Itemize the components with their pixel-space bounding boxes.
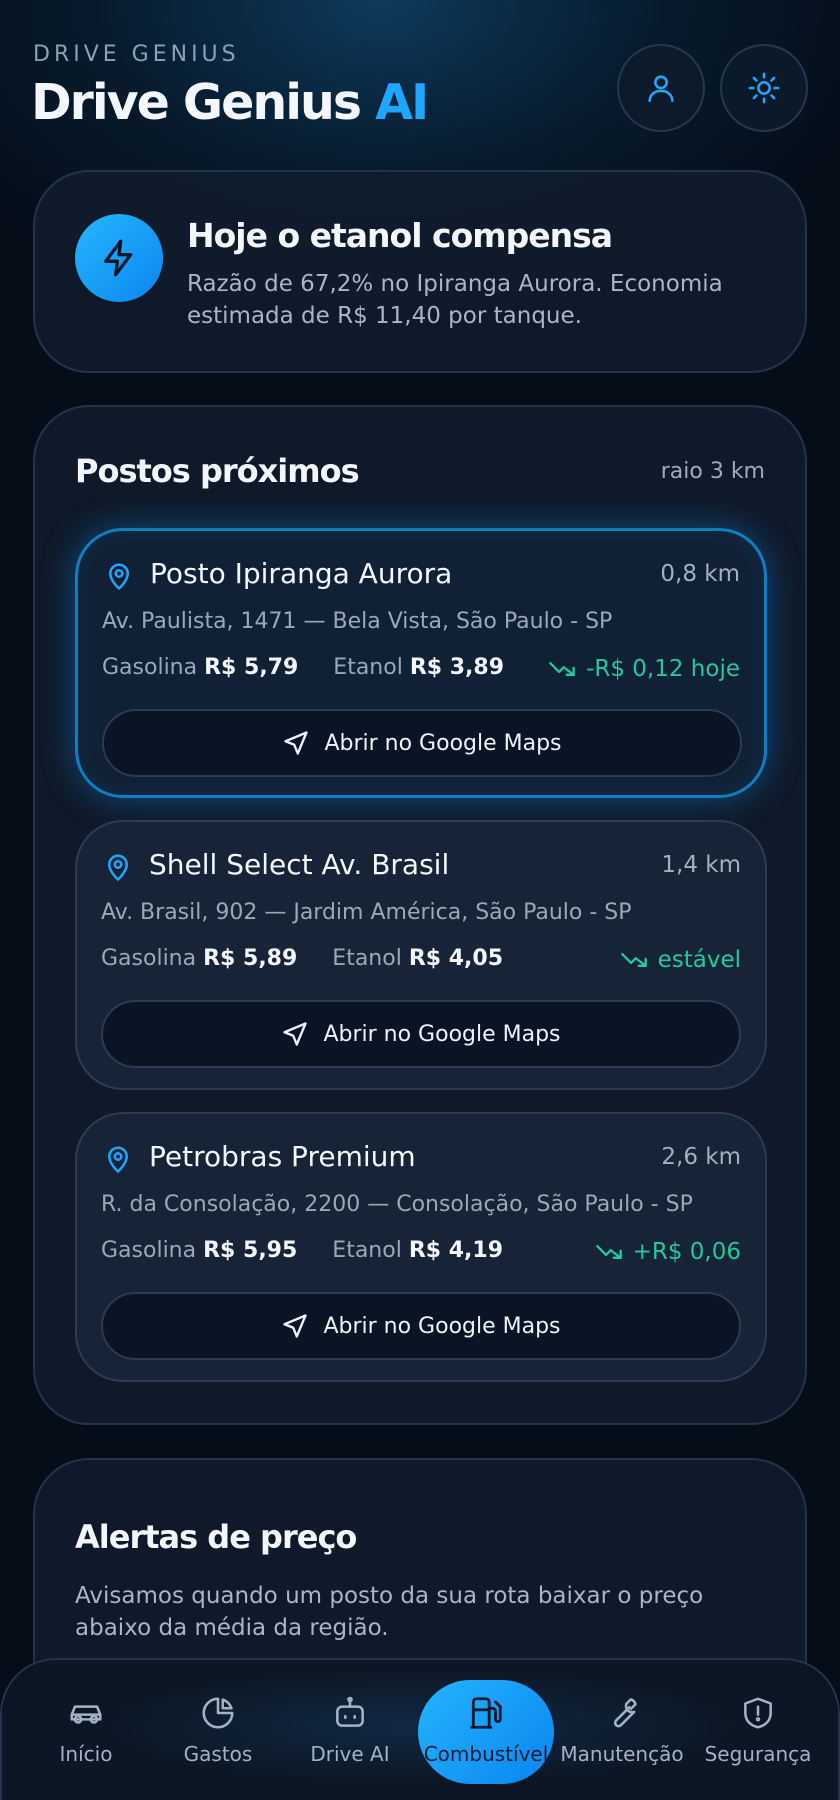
location-pin-icon [107,1146,129,1174]
navigation-arrow-icon [283,1314,308,1338]
gas-price: R$ 5,95 [203,1238,298,1263]
ethanol-label: Etanol [332,1238,402,1263]
nav-item-manutencao[interactable]: Manutenção [554,1680,690,1784]
gas-price: R$ 5,89 [203,946,298,971]
ethanol-price: R$ 4,19 [408,1238,504,1263]
insight-description: Razão de 67,2% no Ipiranga Aurora. Econo… [187,271,723,329]
open-google-maps-button[interactable]: Abrir no Google Maps [102,709,742,777]
trending-down-icon [549,662,575,676]
open-google-maps-button[interactable]: Abrir no Google Maps [101,1292,741,1360]
location-pin-icon [107,854,129,882]
price-trend-text: -R$ 0,12 hoje [586,656,740,682]
open-google-maps-label: Abrir no Google Maps [324,730,562,756]
nav-label: Manutenção [560,1742,684,1766]
price-trend-text: estável [657,947,741,973]
app-title-accent: AI [375,74,429,131]
station-card[interactable]: Petrobras Premium 2,6 km R. da Consolaçã… [75,1112,767,1382]
trending-down-icon [620,953,647,967]
theme-toggle-button[interactable] [720,44,808,132]
ethanol-label: Etanol [333,655,403,680]
price-trend-text: +R$ 0,06 [632,1239,741,1265]
gas-label: Gasolina [101,946,197,971]
gas-label: Gasolina [102,655,198,680]
station-address: Av. Paulista, 1471 — Bela Vista, São Pau… [102,609,613,634]
stations-title: Postos próximos [75,452,360,490]
nav-item-combustivel[interactable]: Combustível [418,1680,554,1784]
gas-label: Gasolina [101,1238,197,1263]
gas-price: R$ 5,79 [204,655,299,680]
location-pin-icon [108,563,130,591]
insight-title: Hoje o etanol compensa [187,216,613,255]
station-distance: 0,8 km [660,561,740,587]
nav-label: Gastos [183,1742,253,1766]
pie-chart-icon [202,1697,234,1729]
ethanol-label: Etanol [332,946,402,971]
open-google-maps-label: Abrir no Google Maps [323,1021,561,1047]
station-prices: Gasolina R$ 5,95 Etanol R$ 4,19 [101,1238,503,1263]
app-title-main: Drive Genius [31,74,362,131]
nav-item-seguranca[interactable]: Segurança [690,1680,826,1784]
nav-item-drive-ai[interactable]: Drive AI [282,1680,418,1784]
alerts-description: Avisamos quando um posto da sua rota bai… [75,1583,704,1641]
fuel-screen: DRIVE GENIUS Drive Genius AI Hoje o etan… [0,0,840,1800]
user-icon [648,75,674,103]
shield-icon [744,1697,772,1729]
profile-button[interactable] [617,44,705,132]
wrench-icon [613,1698,637,1728]
station-address: R. da Consolação, 2200 — Consolação, São… [101,1192,693,1217]
car-icon [70,1705,102,1724]
app-title: Drive Genius AI [31,74,429,131]
nav-item-inicio[interactable]: Início [18,1680,154,1784]
station-address: Av. Brasil, 902 — Jardim América, São Pa… [101,900,632,925]
nav-label: Combustível [423,1742,549,1766]
navigation-arrow-icon [284,731,309,755]
bottom-navigation: Início Gastos Drive AI Combustível Manut… [0,1658,840,1800]
station-name: Petrobras Premium [149,1140,416,1173]
nav-label: Início [59,1742,113,1766]
brand-eyebrow: DRIVE GENIUS [33,42,240,67]
lightning-icon [104,239,133,277]
fuel-pump-icon [470,1697,502,1729]
open-google-maps-button[interactable]: Abrir no Google Maps [101,1000,741,1068]
alerts-title: Alertas de preço [75,1518,357,1556]
station-distance: 1,4 km [661,852,741,878]
price-trend: estável [620,946,741,974]
sun-icon [748,72,780,104]
insight-icon-badge [75,214,163,302]
nav-item-gastos[interactable]: Gastos [150,1680,286,1784]
trending-down-icon [595,1245,622,1259]
price-trend: +R$ 0,06 [595,1238,741,1266]
station-prices: Gasolina R$ 5,89 Etanol R$ 4,05 [101,946,503,971]
station-prices: Gasolina R$ 5,79 Etanol R$ 3,89 [102,655,504,680]
station-distance: 2,6 km [661,1144,741,1170]
nav-label: Segurança [704,1742,812,1766]
insight-card: Hoje o etanol compensa Razão de 67,2% no… [33,170,807,373]
stations-radius: raio 3 km [660,459,765,484]
station-card[interactable]: Shell Select Av. Brasil 1,4 km Av. Brasi… [75,820,767,1090]
nearby-stations-card: Postos próximos raio 3 km Posto Ipiranga… [33,405,807,1425]
ethanol-price: R$ 3,89 [409,655,505,680]
robot-icon [336,1696,364,1727]
price-trend: -R$ 0,12 hoje [548,655,740,683]
station-card[interactable]: Posto Ipiranga Aurora 0,8 km Av. Paulist… [75,528,767,798]
open-google-maps-label: Abrir no Google Maps [323,1313,561,1339]
nav-label: Drive AI [310,1742,390,1766]
navigation-arrow-icon [283,1022,308,1046]
ethanol-price: R$ 4,05 [408,946,504,971]
station-name: Posto Ipiranga Aurora [150,557,453,590]
station-name: Shell Select Av. Brasil [149,848,450,881]
